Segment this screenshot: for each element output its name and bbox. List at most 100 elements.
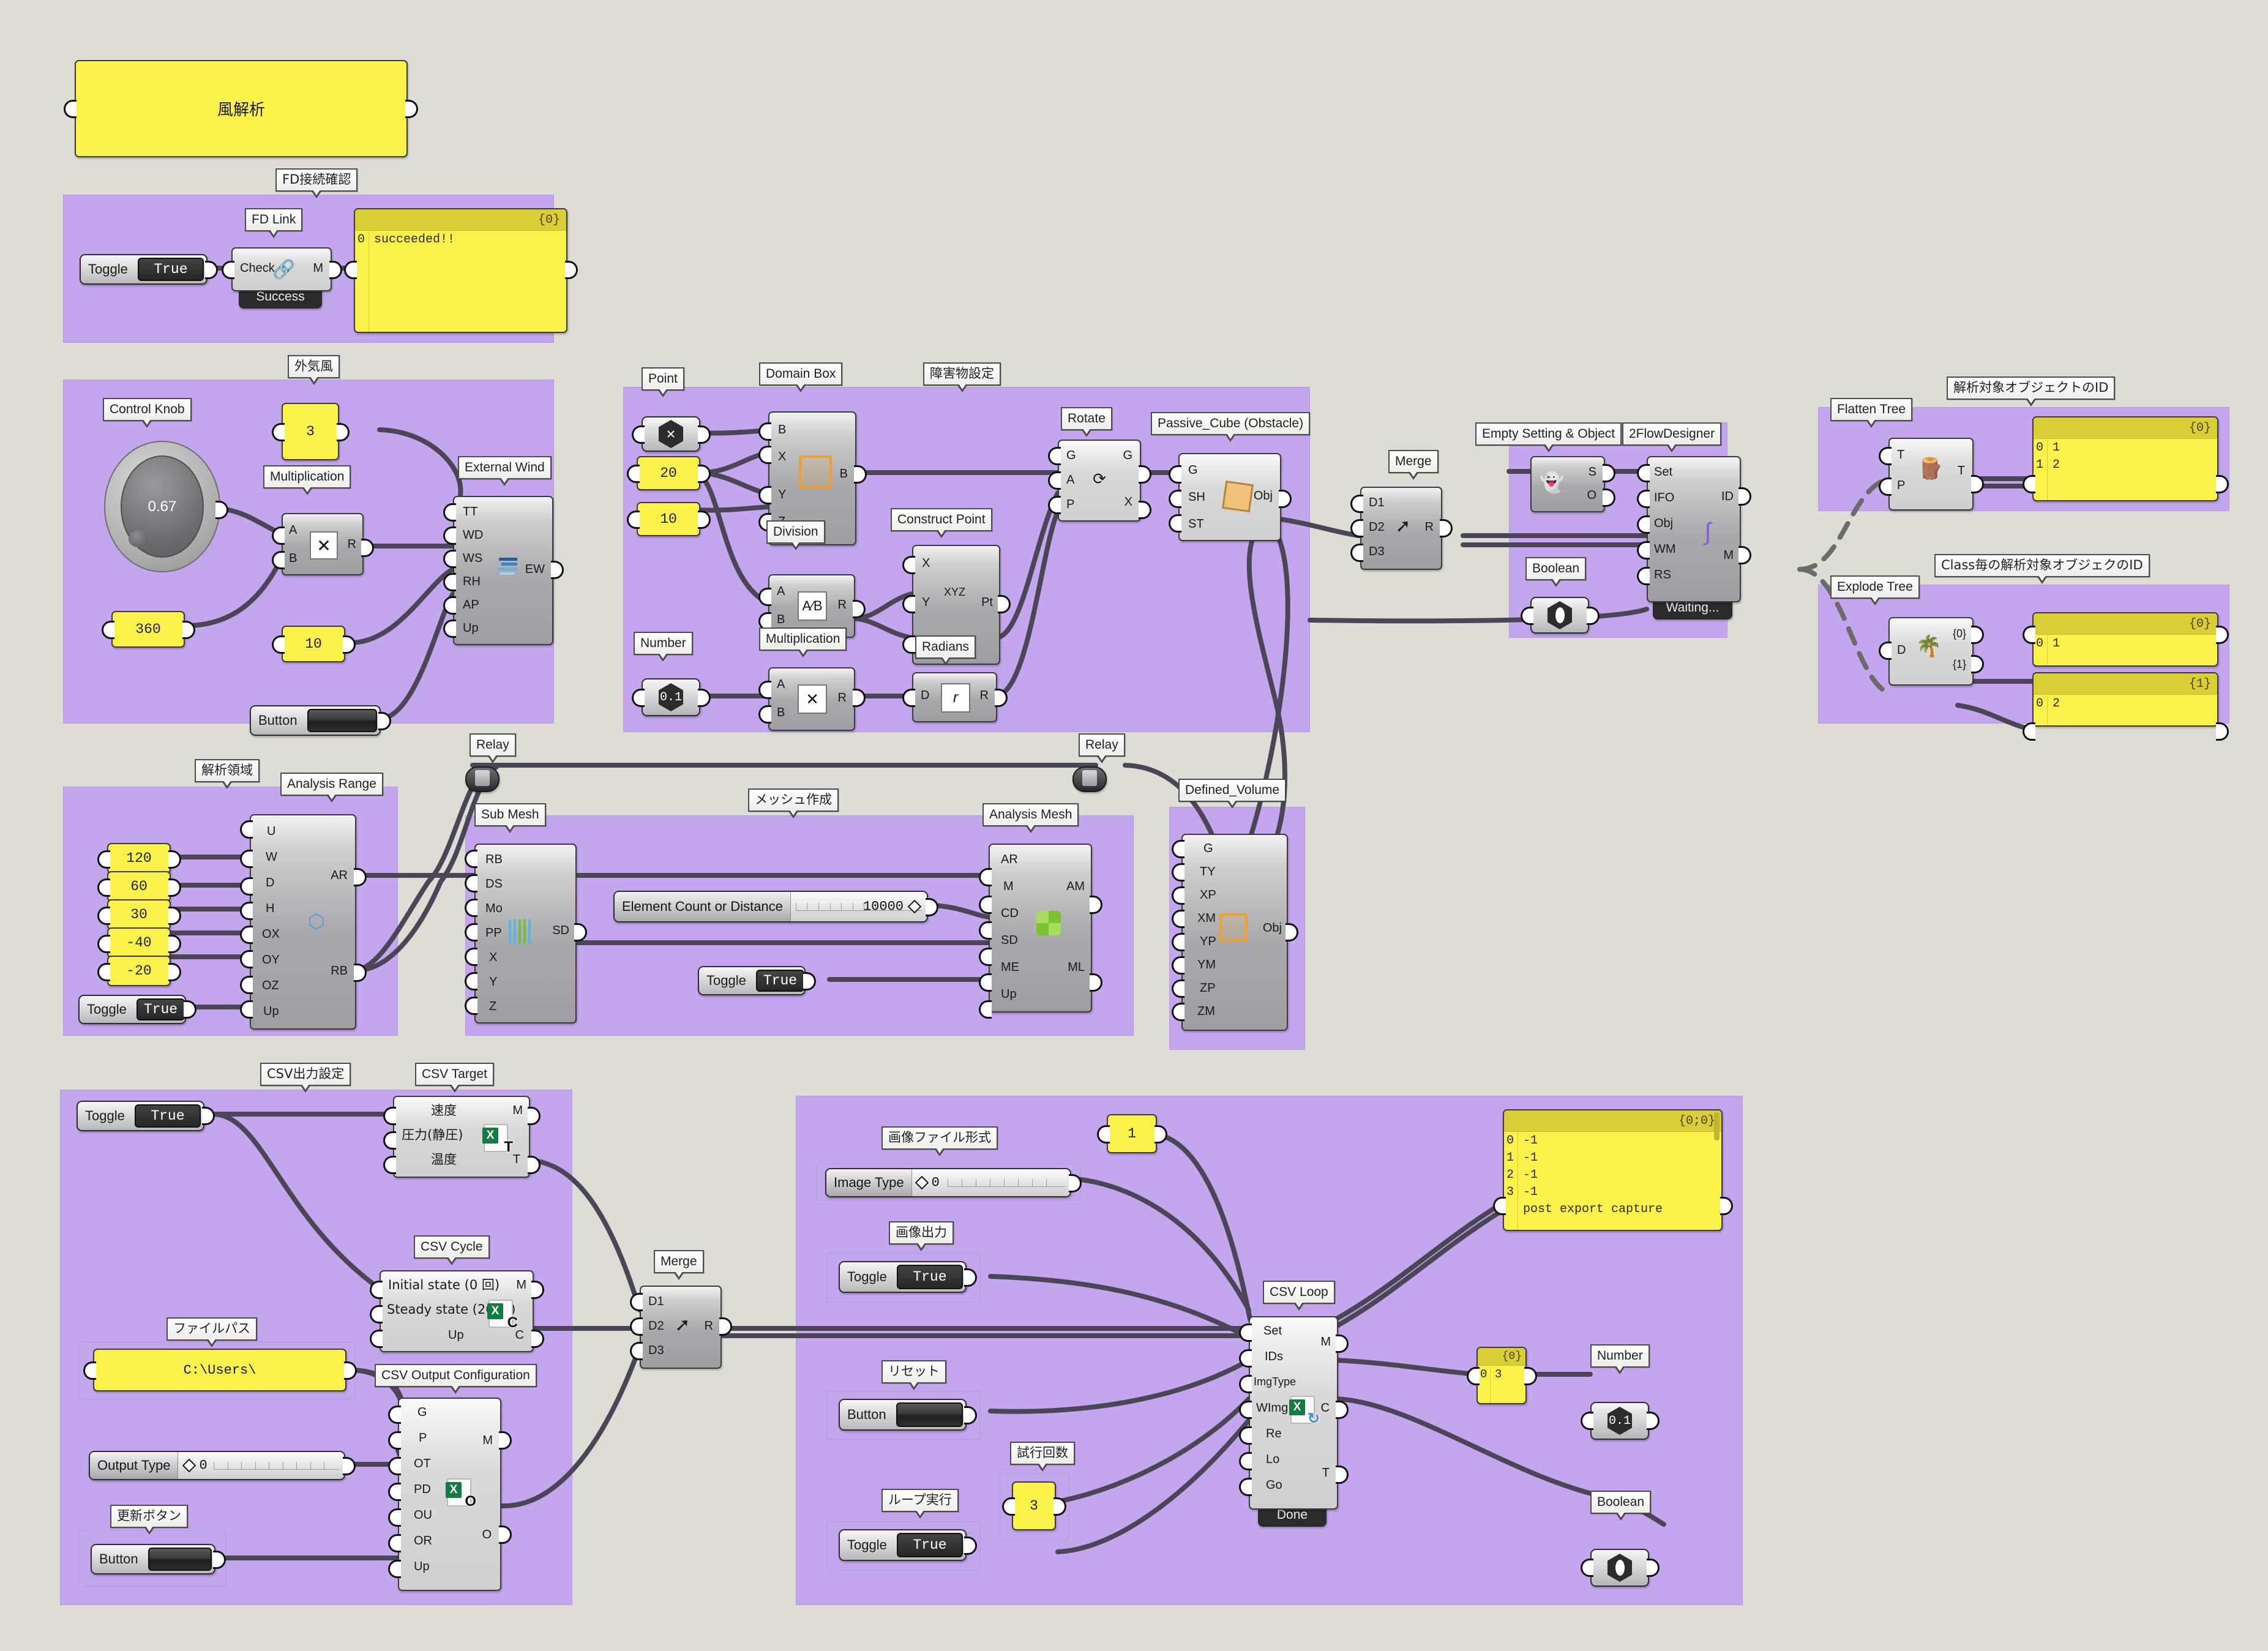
dv-in-ty: TY xyxy=(1200,865,1216,878)
image-toggle-value[interactable]: True xyxy=(896,1265,963,1289)
grasshopper-canvas[interactable]: 風解析 FD接続確認 FD Link Toggle True Check M 🔗… xyxy=(0,0,2268,1651)
fd-toggle-value[interactable]: True xyxy=(137,258,204,281)
external-wind-component[interactable]: TT WD WS RH AP Up EW xyxy=(453,496,553,645)
merge-port-r[interactable] xyxy=(1440,519,1453,537)
empty-setting-component[interactable]: S O 👻 xyxy=(1530,456,1605,512)
fd-port-id[interactable] xyxy=(1738,487,1751,506)
output-type-track[interactable]: 0 xyxy=(178,1452,344,1479)
update-button-press[interactable] xyxy=(148,1548,212,1571)
csv-output-config-component[interactable]: G P OT PD OU OR Up M O O xyxy=(398,1398,501,1591)
wind-number-3[interactable]: 3 xyxy=(282,403,339,460)
tag-number-obstacle: Number xyxy=(634,632,693,662)
loop-run-toggle[interactable]: Toggle True xyxy=(839,1529,967,1561)
flow-boolean-param[interactable] xyxy=(1530,597,1589,634)
wind-multiplication[interactable]: A B R ✕ xyxy=(282,513,364,575)
relay-right[interactable] xyxy=(1072,766,1107,792)
merge-csv-port-d3[interactable] xyxy=(630,1342,643,1360)
class-panel1-out[interactable] xyxy=(2216,722,2229,741)
fd-link-component[interactable]: Check M 🔗 xyxy=(231,247,332,291)
fd-in-ifo: IFO xyxy=(1654,491,1675,504)
rotate-in-p: P xyxy=(1066,498,1075,511)
range-value-30[interactable]: 30 xyxy=(107,899,171,930)
merge-port-d2[interactable] xyxy=(1350,519,1363,537)
explode-tree-component[interactable]: D {0} {1} 🌴 xyxy=(1888,617,1974,686)
range-value-neg40[interactable]: -40 xyxy=(107,927,171,958)
ew-port-out[interactable] xyxy=(551,561,564,579)
wind-button[interactable]: Button xyxy=(250,705,381,736)
analysis-range-component[interactable]: U W D H OX OY OZ Up AR RB ⬡ xyxy=(250,814,356,1030)
loop-number-param[interactable]: 0.1 xyxy=(1590,1402,1649,1440)
image-type-handle[interactable] xyxy=(915,1175,929,1190)
class-id-panel-1[interactable]: {1} 0 2 xyxy=(2032,672,2218,727)
file-path-value[interactable]: C:\Users\ xyxy=(184,1363,256,1378)
element-count-handle[interactable] xyxy=(907,899,922,914)
fd-result-panel[interactable]: {0} 0 succeeded!! xyxy=(354,208,567,333)
merge-csv-port-d1[interactable] xyxy=(630,1293,643,1311)
mesh-toggle-value[interactable]: True xyxy=(755,970,804,992)
fd-port-m[interactable] xyxy=(1738,546,1751,564)
analysis-toggle-value[interactable]: True xyxy=(136,998,185,1020)
loop-boolean-param[interactable] xyxy=(1590,1549,1649,1587)
capture-panel[interactable]: {0;0} 0 -1 1 -1 2 -1 3 -1 post export ca… xyxy=(1503,1109,1723,1231)
mesh-toggle[interactable]: Toggle True xyxy=(698,966,806,995)
radians-component[interactable]: D R r xyxy=(912,672,997,722)
reset-button-press[interactable] xyxy=(896,1402,963,1427)
wind-button-press[interactable] xyxy=(307,709,377,732)
analysis-mesh-component[interactable]: AR M CD SD ME Up AM ML xyxy=(989,844,1092,1013)
merge-port-d1[interactable] xyxy=(1350,495,1363,513)
defined-volume-component[interactable]: G TY XP XM YP YM ZP ZM Obj xyxy=(1181,834,1288,1031)
count-panel[interactable]: {0} 0 3 xyxy=(1476,1347,1527,1404)
range-value-neg20[interactable]: -20 xyxy=(107,956,171,986)
file-path-panel[interactable]: C:\Users\ xyxy=(93,1349,346,1391)
class-id-panel-0[interactable]: {0} 0 1 xyxy=(2032,612,2218,667)
point-param[interactable]: ✕ xyxy=(642,416,700,452)
range-value-60[interactable]: 60 xyxy=(107,871,171,902)
output-type-handle[interactable] xyxy=(182,1458,196,1473)
csv-target-component[interactable]: 速度 圧力(静圧) 温度 M T T xyxy=(393,1096,530,1178)
fd-panel-out[interactable] xyxy=(565,261,578,279)
flowdesigner-component[interactable]: Set IFO Obj WM RS ID M ∫ xyxy=(1647,456,1741,602)
note-out-port[interactable] xyxy=(405,100,418,118)
number-param-obstacle[interactable]: 0.1 xyxy=(642,678,700,716)
relay-left[interactable] xyxy=(465,766,500,792)
merge-flow-component[interactable]: D1 D2 D3 R ➚ xyxy=(1360,487,1442,570)
update-button[interactable]: Button xyxy=(91,1544,215,1574)
csv-toggle[interactable]: Toggle True xyxy=(77,1101,204,1131)
output-type-slider[interactable]: Output Type 0 xyxy=(89,1451,345,1480)
excel-icon-cycle: C xyxy=(487,1300,518,1331)
image-output-toggle[interactable]: Toggle True xyxy=(839,1261,967,1293)
image-type-track[interactable]: 0 xyxy=(911,1169,1070,1196)
loop-toggle-value[interactable]: True xyxy=(896,1533,963,1557)
csv-toggle-value[interactable]: True xyxy=(134,1104,201,1128)
merge-csv-port-d2[interactable] xyxy=(630,1317,643,1336)
flatten-tree-component[interactable]: T P T 🪵 xyxy=(1888,438,1974,511)
passive-cube-component[interactable]: G SH ST Obj xyxy=(1178,453,1281,541)
merge-port-d3[interactable] xyxy=(1350,544,1363,562)
class-panel1-in[interactable] xyxy=(2023,722,2035,741)
obstacle-number-10[interactable]: 10 xyxy=(637,502,700,536)
csv-loop-component[interactable]: Set IDs ImgType WImg Re Lo Go M C T ↻ xyxy=(1249,1316,1338,1510)
reset-button[interactable]: Button xyxy=(839,1399,967,1431)
element-count-slider[interactable]: Element Count or Distance 10000 xyxy=(613,891,928,923)
multiply-icon-obstacle: ✕ xyxy=(798,684,827,714)
obstacle-multiplication[interactable]: A B R ✕ xyxy=(768,667,855,731)
sub-mesh-component[interactable]: RB DS Mo PP X Y Z SD xyxy=(474,844,577,1024)
wind-number-360[interactable]: 360 xyxy=(111,611,185,648)
range-value-120[interactable]: 120 xyxy=(107,843,171,874)
merge-csv-port-r[interactable] xyxy=(719,1317,732,1336)
image-type-ticks xyxy=(947,1179,1065,1187)
control-knob[interactable]: 0.67 xyxy=(104,441,220,572)
element-count-slider-track[interactable]: 10000 xyxy=(790,892,927,921)
note-in-port[interactable] xyxy=(64,100,77,118)
loop-number-1[interactable]: 1 xyxy=(1107,1114,1157,1153)
target-id-panel[interactable]: {0} 0 1 1 2 xyxy=(2032,416,2218,501)
merge-csv-component[interactable]: D1 D2 D3 R ➚ xyxy=(640,1286,722,1369)
obstacle-number-20[interactable]: 20 xyxy=(637,456,700,490)
trial-count-number[interactable]: 3 xyxy=(1012,1481,1056,1530)
rotate-component[interactable]: G A P G X ⟳ xyxy=(1058,440,1141,522)
analysis-region-toggle[interactable]: Toggle True xyxy=(78,995,186,1024)
csv-cycle-component[interactable]: Initial state (0 回) Steady state (26 回) … xyxy=(380,1270,534,1352)
image-type-slider[interactable]: Image Type 0 xyxy=(825,1168,1071,1197)
fd-toggle[interactable]: Toggle True xyxy=(80,254,208,285)
wind-number-10[interactable]: 10 xyxy=(282,626,345,662)
